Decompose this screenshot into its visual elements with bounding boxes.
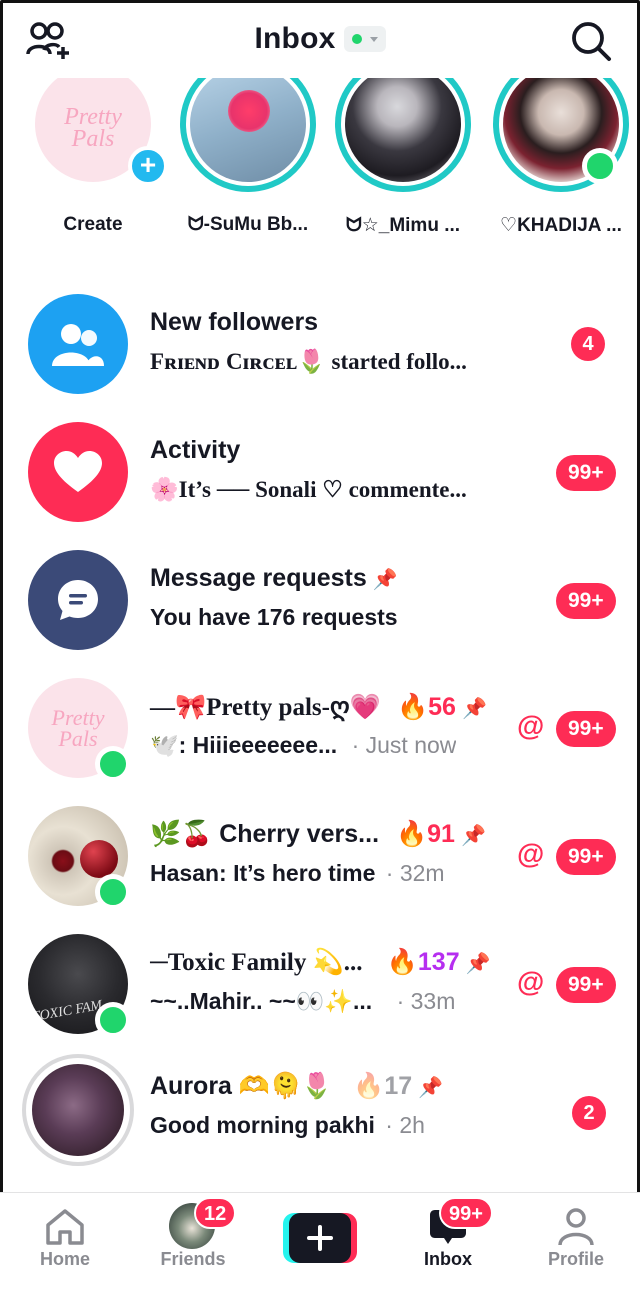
row-title: Aurora 🫶🫠🌷 🔥17 📌 xyxy=(150,1072,443,1101)
row-subtitle: Fʀɪᴇɴᴅ Cɪʀᴄᴇʟ🌷 started follo... xyxy=(150,349,467,374)
inbox-row-group-chat[interactable]: Pretty Pals —🎀Pretty pals-ღ💗 🔥56 📌 🕊️: Hi… xyxy=(0,678,640,806)
stories-row: Pretty Pals + Create ᗢ-SuMu Bb... ᗢ☆_Mim… xyxy=(0,78,640,248)
row-title-text: 🌿🍒 Cherry vers... xyxy=(150,820,380,848)
add-story-plus-icon[interactable]: + xyxy=(128,146,168,186)
mention-icon: @ xyxy=(517,838,545,869)
online-indicator xyxy=(95,1002,131,1038)
online-indicator xyxy=(95,746,131,782)
top-bar: Inbox xyxy=(0,0,640,78)
online-indicator xyxy=(582,148,618,184)
nav-label: Friends xyxy=(160,1249,226,1269)
timestamp: · 32m xyxy=(385,860,445,886)
unread-badge: 99+ xyxy=(556,583,616,619)
avatar xyxy=(28,550,128,650)
streak-fire-icon: 🔥 xyxy=(395,820,428,848)
last-message: 🕊️: Hiiieeeeeee... xyxy=(150,732,338,758)
streak-count: 56 xyxy=(428,693,456,721)
bottom-nav: Home 12 Friends 99+ Inbox Profile xyxy=(0,1192,640,1291)
inbox-row-message-requests[interactable]: Message requests 📌 You have 176 requests … xyxy=(0,550,640,678)
streak-count: 17 xyxy=(384,1072,413,1100)
inbox-row-activity[interactable]: Activity 🌸It’s ── Sonali ♡ commente... 9… xyxy=(0,422,640,550)
story-name: Create xyxy=(63,214,123,235)
streak-fire-icon: 🔥 xyxy=(353,1072,385,1100)
mention-icon: @ xyxy=(517,710,545,741)
timestamp: · Just now xyxy=(351,732,457,758)
people-icon xyxy=(52,324,104,366)
mention-icon: @ xyxy=(517,966,545,997)
row-subtitle: You have 176 requests xyxy=(150,604,398,630)
unread-badge: 2 xyxy=(572,1096,606,1130)
avatar-highlight xyxy=(228,90,270,132)
row-title: New followers xyxy=(150,308,319,336)
pin-icon: 📌 xyxy=(465,953,491,975)
heart-icon xyxy=(54,451,102,492)
timestamp: · 33m xyxy=(396,988,456,1014)
home-icon xyxy=(46,1209,84,1245)
row-subtitle: 🕊️: Hiiieeeeeee... · Just now xyxy=(150,732,456,759)
unread-badge: 99+ xyxy=(556,711,616,747)
avatar xyxy=(32,1064,124,1156)
inbox-row-new-followers[interactable]: New followers Fʀɪᴇɴᴅ Cɪʀᴄᴇʟ🌷 started fol… xyxy=(0,294,640,422)
create-button[interactable] xyxy=(283,1213,357,1263)
avatar xyxy=(28,422,128,522)
nav-home[interactable]: Home xyxy=(10,1203,120,1269)
row-title: ─Toxic Family 💫... 🔥137 📌 xyxy=(150,948,491,977)
online-indicator xyxy=(95,874,131,910)
nav-label: Profile xyxy=(547,1249,604,1269)
story-name: ♡KHADIJA ... xyxy=(500,215,622,236)
row-subtitle: Hasan: It’s hero time · 32m xyxy=(150,860,445,887)
pin-icon: 📌 xyxy=(418,1077,444,1099)
streak-count: 137 xyxy=(417,948,460,976)
search-icon[interactable] xyxy=(570,20,612,62)
row-subtitle: ~~..Mahir.. ~~👀✨... · 33m xyxy=(150,988,455,1015)
story-name: ᗢ☆_Mimu ... xyxy=(345,215,461,236)
pin-icon: 📌 xyxy=(372,569,398,591)
avatar-text: TOXIC FAM xyxy=(31,997,104,1026)
timestamp: · 2h xyxy=(385,1112,425,1138)
inbox-row-group-chat[interactable]: 🌿🍒 Cherry vers... 🔥91 📌 Hasan: It’s hero … xyxy=(0,806,640,934)
row-subtitle: Good morning pakhi · 2h xyxy=(150,1112,425,1139)
row-title: —🎀Pretty pals-ღ💗 🔥56 📌 xyxy=(150,692,487,722)
avatar xyxy=(28,294,128,394)
inbox-row-group-chat[interactable]: TOXIC FAM ─Toxic Family 💫... 🔥137 📌 ~~..M… xyxy=(0,934,640,1062)
streak-fire-icon: 🔥 xyxy=(386,949,418,976)
unread-badge: 99+ xyxy=(556,839,616,875)
row-title-text: ─Toxic Family 💫... xyxy=(150,949,363,976)
row-title-text: Aurora 🫶🫠🌷 xyxy=(150,1072,333,1100)
unread-badge: 4 xyxy=(571,327,605,361)
nav-inbox[interactable]: 99+ Inbox xyxy=(393,1197,503,1269)
cherry-image xyxy=(80,840,118,878)
last-message: Hasan: It’s hero time xyxy=(150,860,376,886)
online-status-toggle[interactable] xyxy=(343,26,386,52)
nav-label: Home xyxy=(39,1249,90,1269)
row-title: 🌿🍒 Cherry vers... 🔥91 📌 xyxy=(150,820,486,849)
last-message: Good morning pakhi xyxy=(150,1112,375,1138)
unread-badge: 99+ xyxy=(556,455,616,491)
inbox-row-chat[interactable]: Aurora 🫶🫠🌷 🔥17 📌 Good morning pakhi · 2h … xyxy=(0,1054,640,1186)
nav-label: Inbox xyxy=(424,1249,472,1269)
friends-badge: 12 xyxy=(194,1197,237,1229)
row-title: Activity xyxy=(150,436,241,464)
inbox-badge: 99+ xyxy=(439,1197,493,1229)
pin-icon: 📌 xyxy=(460,825,486,847)
story-avatar-text: Pretty Pals xyxy=(64,104,122,152)
story-name: ᗢ-SuMu Bb... xyxy=(187,214,309,235)
profile-icon xyxy=(558,1208,594,1246)
pin-icon: 📌 xyxy=(461,698,487,720)
row-subtitle: 🌸It’s ── Sonali ♡ commente... xyxy=(150,477,467,502)
row-title-text: —🎀Pretty pals-ღ💗 xyxy=(150,694,381,721)
page-title: Inbox xyxy=(254,22,336,55)
streak-count: 91 xyxy=(427,820,455,848)
nav-profile[interactable]: Profile xyxy=(521,1203,631,1269)
message-icon xyxy=(58,580,98,620)
row-title-text: Message requests xyxy=(150,564,367,592)
streak-fire-icon: 🔥 xyxy=(396,694,429,721)
row-title: Message requests 📌 xyxy=(150,564,398,593)
unread-badge: 99+ xyxy=(556,967,616,1003)
last-message: ~~..Mahir.. ~~👀✨... xyxy=(150,988,373,1014)
avatar-text: Pretty Pals xyxy=(51,705,105,751)
